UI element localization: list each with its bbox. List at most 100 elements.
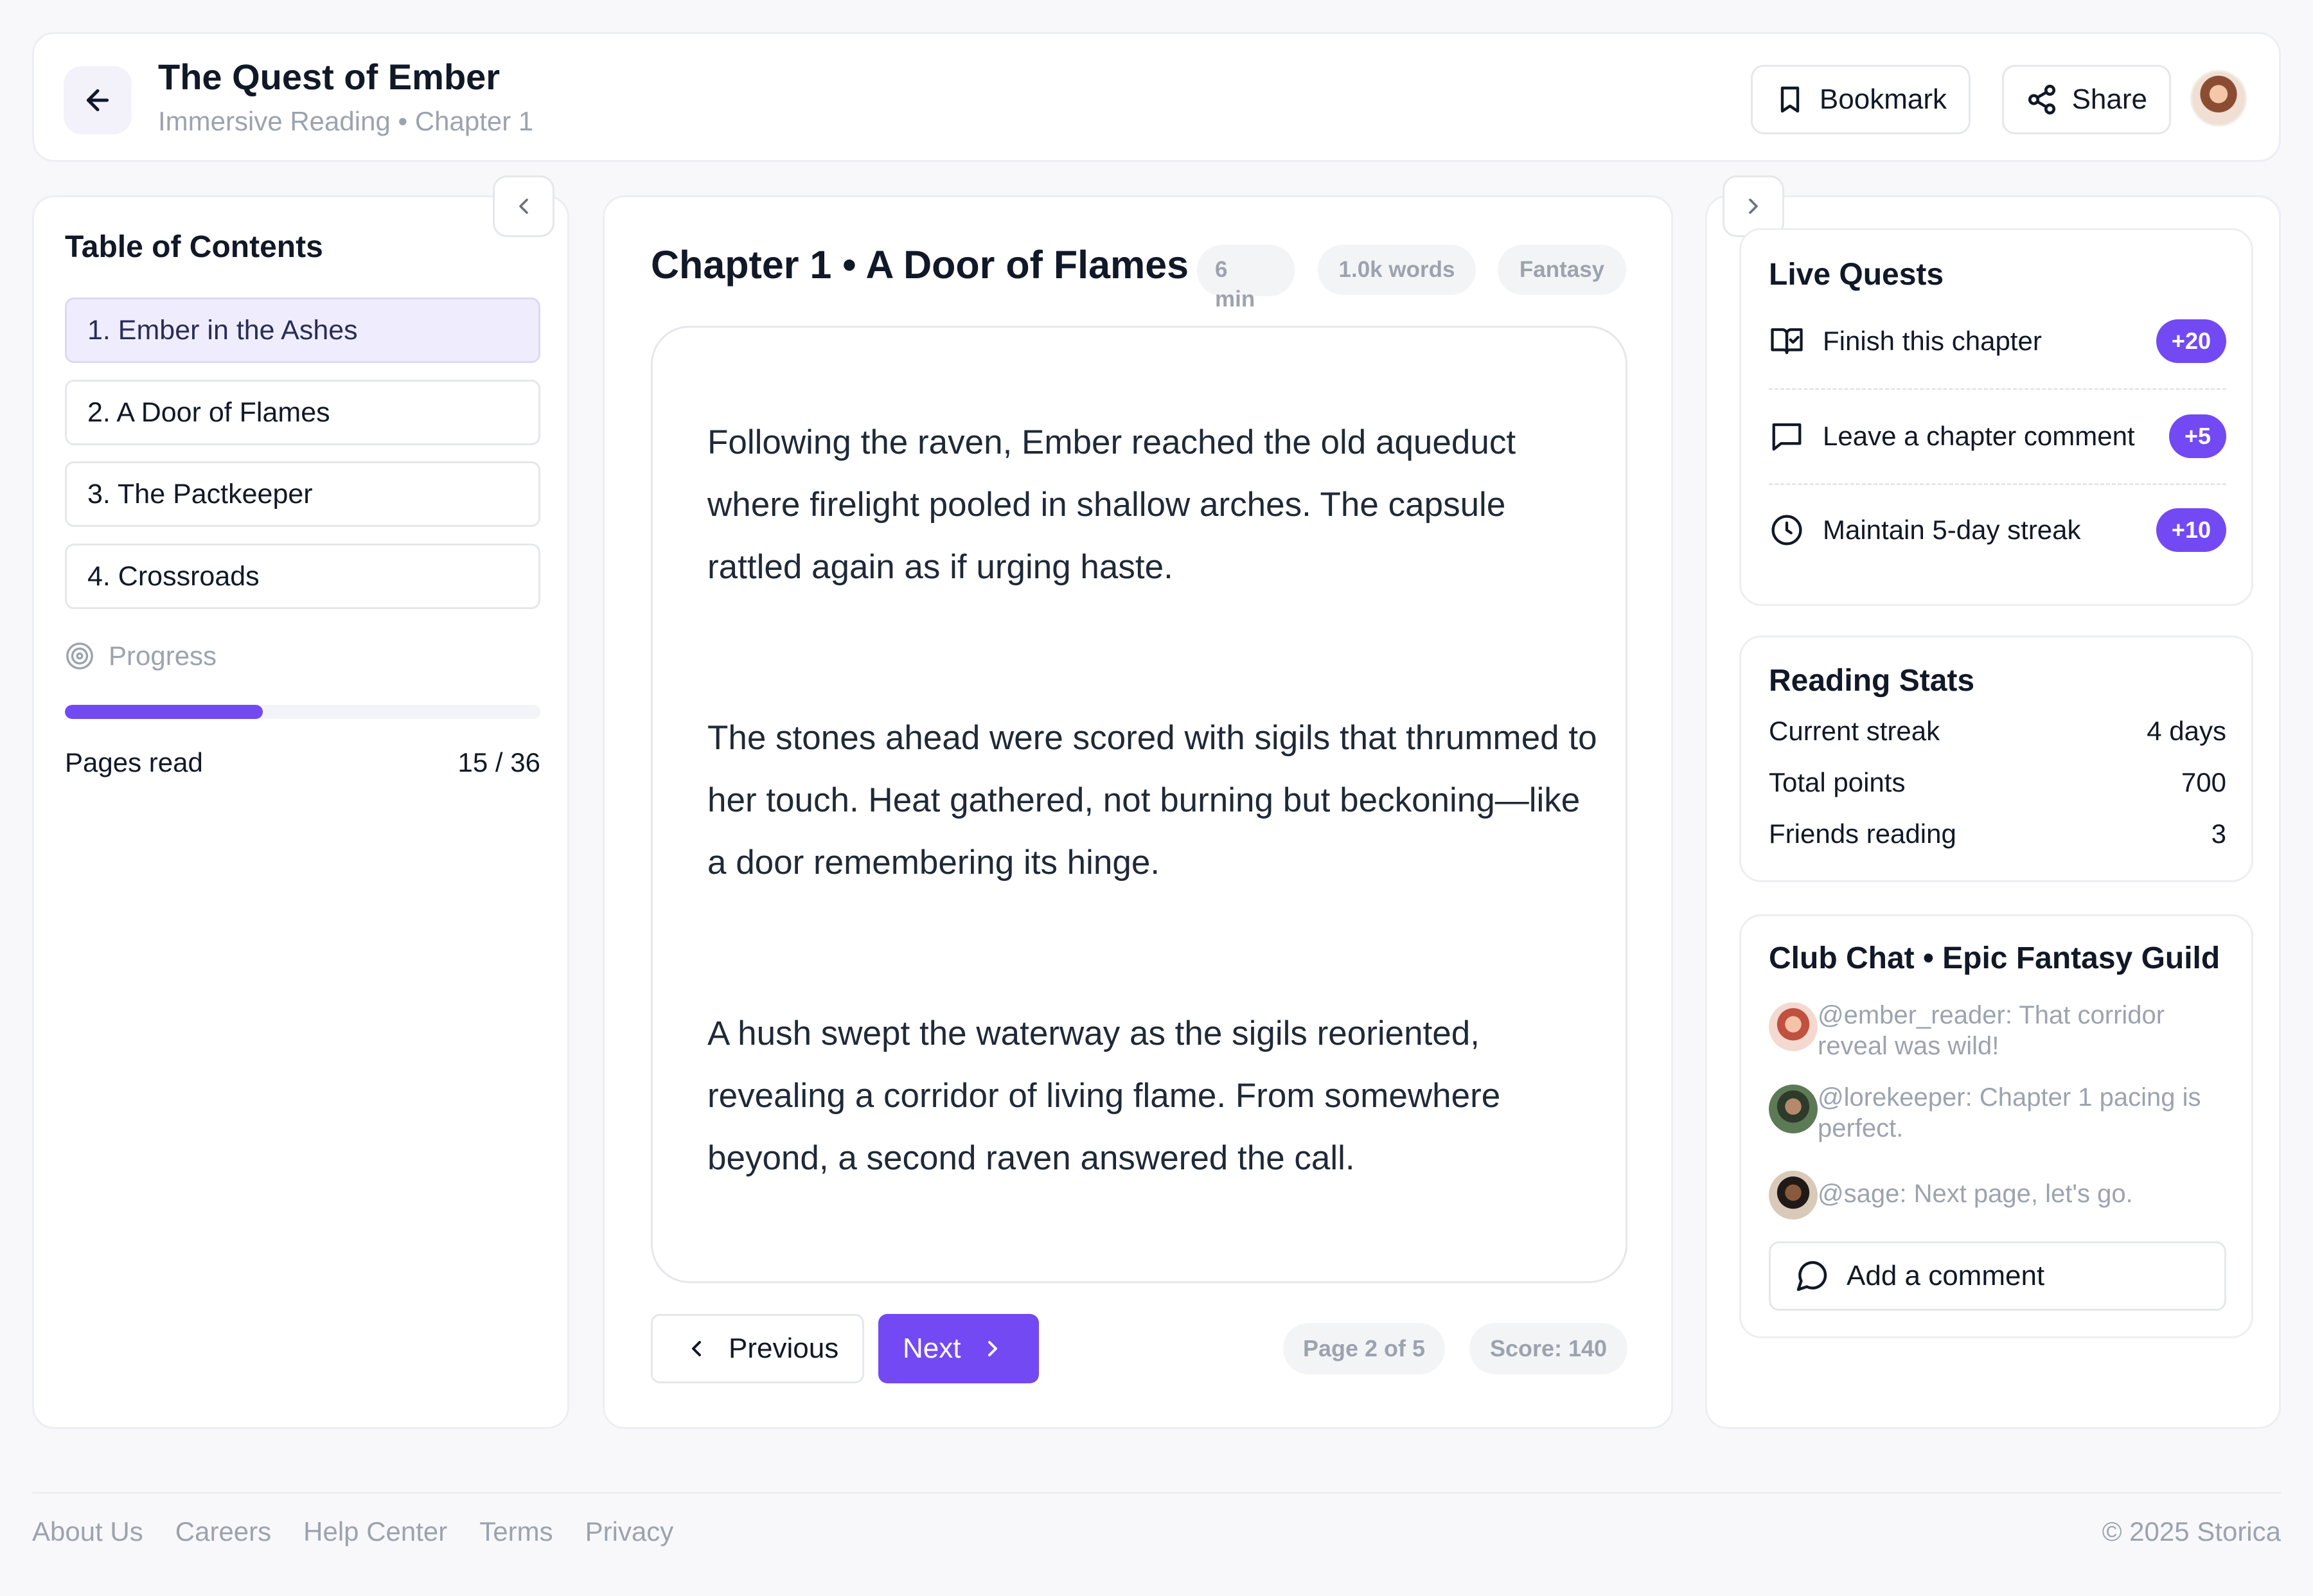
book-subtitle: Immersive Reading • Chapter 1 (158, 106, 534, 136)
toc-panel: Table of Contents 1. Ember in the Ashes … (32, 175, 569, 1429)
reading-area: Following the raven, Ember reached the o… (651, 326, 1627, 1283)
toc-item-2[interactable]: 2. A Door of Flames (65, 380, 540, 445)
chevron-right-icon (988, 1341, 998, 1356)
quest-points-badge: +5 (2168, 414, 2226, 458)
quest-item[interactable]: Maintain 5-day streak +10 (1769, 495, 2226, 565)
footer-links: About Us Careers Help Center Terms Priva… (32, 1516, 673, 1547)
toc-item-1[interactable]: 1. Ember in the Ashes (65, 297, 540, 363)
reading-stats-title: Reading Stats (1769, 664, 1975, 698)
chevron-left-icon (519, 199, 528, 214)
chat-avatar (1769, 1171, 1818, 1219)
pages-read-row: Pages read 15 / 36 (65, 747, 540, 778)
sidebar-right-panel: Live Quests Finish this chapter +20 Leav… (1705, 175, 2281, 1429)
bookmark-button[interactable]: Bookmark (1750, 65, 1971, 134)
clock-icon (1771, 515, 1802, 545)
live-quests-card: Live Quests Finish this chapter +20 Leav… (1739, 228, 2253, 606)
collapse-toc-button[interactable] (493, 175, 554, 237)
bookmark-label: Bookmark (1819, 84, 1947, 115)
message-square-icon (1772, 423, 1802, 451)
footer-link-about[interactable]: About Us (32, 1516, 143, 1547)
share-label: Share (2071, 84, 2147, 115)
add-comment-label: Add a comment (1847, 1260, 2045, 1291)
toc-item-label: 4. Crossroads (87, 560, 260, 592)
previous-label: Previous (729, 1333, 839, 1364)
progress-heading: Progress (65, 641, 217, 671)
share-button[interactable]: Share (2001, 65, 2171, 134)
toc-title: Table of Contents (65, 230, 323, 264)
chapter-title: Chapter 1 • A Door of Flames (651, 243, 1189, 287)
bookmark-icon (1780, 86, 1800, 113)
arrow-left-icon (86, 89, 109, 112)
paragraph-2: The stones ahead were scored with sigils… (707, 719, 1597, 882)
stat-label: Total points (1769, 767, 1906, 797)
target-icon (66, 643, 93, 669)
club-chat-title: Club Chat • Epic Fantasy Guild (1769, 941, 2220, 975)
live-quests-title: Live Quests (1769, 258, 1944, 292)
footer-link-careers[interactable]: Careers (175, 1516, 271, 1547)
toc-item-label: 2. A Door of Flames (87, 396, 330, 428)
pages-read-value: 15 / 36 (457, 747, 540, 777)
chat-avatar (1769, 1085, 1818, 1133)
stat-row: Friends reading 3 (1769, 819, 2226, 849)
chat-message: @lorekeeper: Chapter 1 pacing is perfect… (1769, 1082, 2226, 1144)
next-label: Next (903, 1333, 961, 1364)
quest-label: Finish this chapter (1823, 326, 2042, 356)
paragraph-1: Following the raven, Ember reached the o… (707, 423, 1516, 586)
chat-avatar (1769, 1002, 1818, 1051)
chat-message: @ember_reader: That corridor reveal was … (1769, 1000, 2226, 1061)
footer-link-privacy[interactable]: Privacy (585, 1516, 674, 1547)
user-avatar[interactable] (2190, 70, 2247, 127)
club-chat-card: Club Chat • Epic Fantasy Guild @ember_re… (1739, 914, 2253, 1338)
stat-row: Total points 700 (1769, 767, 2226, 798)
reading-time-pill: 6 min (1197, 245, 1295, 312)
paragraph-3: A hush swept the waterway as the sigils … (707, 1015, 1501, 1177)
top-header: The Quest of Ember Immersive Reading • C… (32, 32, 2281, 162)
book-check-icon (1771, 328, 1803, 355)
quest-divider (1769, 483, 2226, 485)
reading-stats-card: Reading Stats Current streak 4 days Tota… (1739, 635, 2253, 882)
footer-link-terms[interactable]: Terms (479, 1516, 553, 1547)
stat-label: Current streak (1769, 716, 1940, 746)
chat-message-text: @lorekeeper: Chapter 1 pacing is perfect… (1818, 1083, 2201, 1142)
page-status-pill: Page 2 of 5 (1283, 1323, 1445, 1374)
quest-item[interactable]: Finish this chapter +20 (1769, 306, 2226, 377)
footer-divider (32, 1492, 2281, 1494)
quest-divider (1769, 388, 2226, 390)
toc-item-4[interactable]: 4. Crossroads (65, 544, 540, 609)
footer-link-help[interactable]: Help Center (303, 1516, 447, 1547)
quest-label: Leave a chapter comment (1823, 421, 2135, 451)
quest-label: Maintain 5-day streak (1823, 515, 2081, 545)
progress-bar-fill (65, 705, 263, 719)
genre-pill: Fantasy (1498, 245, 1626, 295)
progress-label: Progress (109, 641, 217, 671)
next-button[interactable]: Next (878, 1314, 1039, 1383)
chat-message-text: @sage: Next page, let's go. (1818, 1180, 2133, 1208)
progress-bar (65, 705, 540, 719)
back-button[interactable] (64, 66, 132, 134)
reader-panel: Chapter 1 • A Door of Flames 6 min 1.0k … (603, 195, 1673, 1429)
previous-button[interactable]: Previous (651, 1314, 864, 1383)
pages-read-label: Pages read (65, 747, 203, 777)
add-comment-button[interactable]: Add a comment (1769, 1241, 2226, 1311)
toc-item-3[interactable]: 3. The Pactkeeper (65, 461, 540, 527)
toc-item-label: 1. Ember in the Ashes (87, 314, 358, 346)
message-circle-icon (1796, 1261, 1827, 1291)
quest-points-badge: +20 (2156, 319, 2226, 363)
book-title: The Quest of Ember (158, 57, 501, 97)
stat-value: 3 (2211, 819, 2226, 849)
reading-time-text: 6 min (1215, 257, 1255, 312)
quest-points-badge: +10 (2156, 508, 2226, 552)
copyright: © 2025 Storica (2102, 1516, 2281, 1547)
chevron-right-icon (1749, 199, 1758, 214)
stat-row: Current streak 4 days (1769, 716, 2226, 747)
word-count-pill: 1.0k words (1318, 245, 1476, 295)
toc-item-label: 3. The Pactkeeper (87, 478, 313, 510)
quest-item[interactable]: Leave a chapter comment +5 (1769, 401, 2226, 472)
stat-value: 4 days (2147, 716, 2226, 746)
stat-value: 700 (2181, 767, 2226, 797)
score-pill: Score: 140 (1469, 1323, 1627, 1374)
share-icon (2028, 84, 2055, 115)
chevron-left-icon (692, 1341, 701, 1356)
stat-label: Friends reading (1769, 819, 1956, 849)
chat-message-text: @ember_reader: That corridor reveal was … (1818, 1001, 2165, 1060)
